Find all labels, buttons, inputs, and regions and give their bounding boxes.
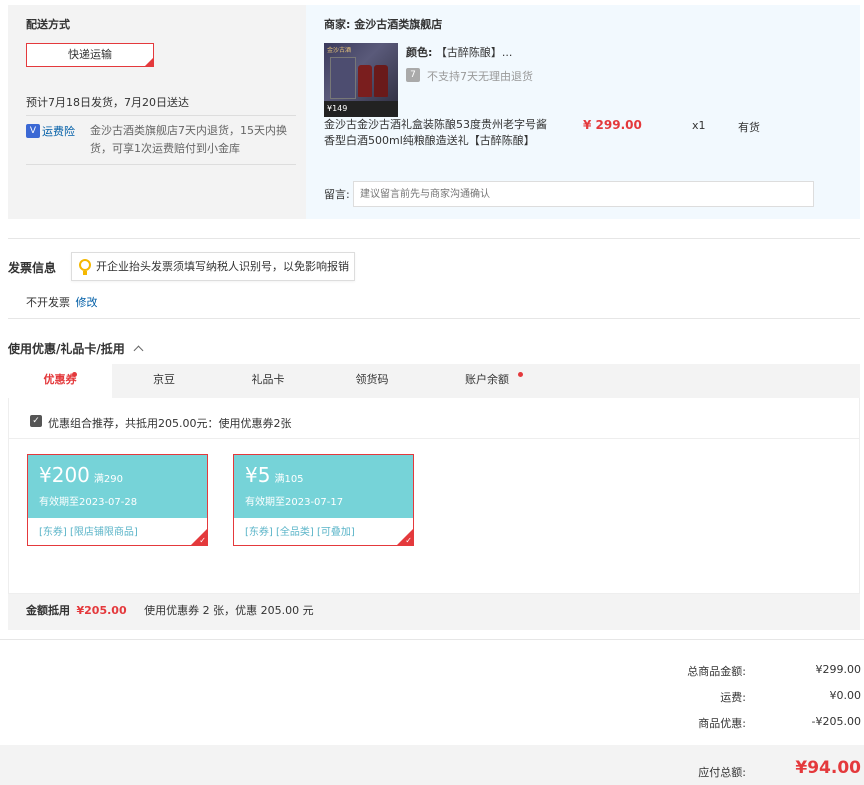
message-label: 留言: [324,188,350,201]
tab-pickup-code[interactable]: 领货码 [320,364,424,398]
discount-tabbar: 优惠券 京豆 礼品卡 领货码 账户余额 [8,364,860,398]
summary-amount: ¥205.00 [76,604,127,617]
invoice-title: 发票信息 [8,261,57,275]
message-input[interactable] [353,181,814,207]
product-color: 颜色: 【古醉陈酿】... [406,44,512,60]
tab-gift-card[interactable]: 礼品卡 [216,364,320,398]
coupon-amount: ¥200 满290 [39,463,123,487]
bottle-shape [374,65,388,97]
shipping-fee-label: 运费: [720,691,746,704]
discount-title: 使用优惠/礼品卡/抵用 [8,342,125,356]
recommend-text: 优惠组合推荐，共抵用205.00元：使用优惠券2张 [48,417,292,430]
no-return-text: 不支持7天无理由退货 [427,70,533,83]
coupon-tags: [东券] [全品类] [可叠加] [245,527,355,538]
coupon-header: ¥5 满105 有效期至2023-07-17 [234,455,413,518]
shipping-title: 配送方式 [26,18,70,31]
tab-account-balance[interactable]: 账户余额 [424,364,550,398]
lightbulb-icon [79,259,91,275]
tab-label: 京豆 [153,373,175,386]
chevron-up-icon[interactable] [133,345,144,356]
shipping-insurance-link[interactable]: 运费险 [42,123,75,139]
product-price-badge: ¥149 [324,101,398,117]
coupon-header: ¥200 满290 有效期至2023-07-28 [28,455,207,518]
coupon-amount: ¥5 满105 [245,463,304,487]
merchant-label: 商家: [324,18,351,31]
payable-total: ¥94.00 [795,758,861,778]
invoice-value: 不开发票 [26,296,70,309]
summary-label: 金额抵用 [26,604,70,617]
divider [8,318,860,319]
shipping-panel [8,5,306,219]
invoice-edit-link[interactable]: 修改 [76,296,98,309]
merchant-line: 商家: 金沙古酒类旗舰店 [324,16,442,32]
product-image[interactable]: 金沙古酒 ¥149 [324,43,398,117]
selected-corner-icon [144,57,154,67]
gift-box-shape [330,57,356,99]
tab-jingdou[interactable]: 京豆 [112,364,216,398]
tab-label: 账户余额 [465,373,509,386]
color-label: 颜色: [406,46,433,59]
tab-coupon[interactable]: 优惠券 [8,364,112,398]
goods-discount-value: -¥205.00 [811,715,861,728]
shipping-date: 预计7月18日发货，7月20日送达 [26,96,189,109]
payable-label: 应付总额: [698,766,746,779]
coupon-condition: 满105 [274,474,304,485]
coupon-expiry: 有效期至2023-07-28 [39,497,138,508]
divider [8,438,860,439]
goods-discount-label: 商品优惠: [698,717,746,730]
shipping-method-label: 快递运输 [68,48,112,61]
invoice-status: 不开发票 修改 [26,294,98,310]
discount-summary-bar: 金额抵用 ¥205.00 使用优惠券 2 张，优惠 205.00 元 [8,594,860,630]
divider [8,238,860,239]
invoice-tip-text: 开企业抬头发票须填写纳税人识别号，以免影响报销 [96,260,349,273]
shipping-fee-value: ¥0.00 [829,689,862,702]
insurance-description: 金沙古酒类旗舰店7天内退货，15天内换货，可享1次运费赔付到小金库 [90,124,287,155]
checkmark-icon: ✓ [199,536,206,545]
tab-label: 礼品卡 [251,373,285,386]
summary-description: 使用优惠券 2 张，优惠 205.00 元 [144,604,314,617]
checkmark-icon: ✓ [405,536,412,545]
coupon-expiry: 有效期至2023-07-17 [245,497,344,508]
recommend-checkbox[interactable]: ✓ [30,415,42,427]
divider [26,164,296,165]
express-shipping-button[interactable]: 快递运输 [26,43,154,67]
product-price: ¥ 299.00 [583,118,642,132]
tab-label: 领货码 [355,373,389,386]
no-return-icon: 7 [406,68,420,82]
product-name[interactable]: 金沙古金沙古酒礼盒装陈酿53度贵州老字号酱香型白酒500ml纯粮酿造送礼【古醉陈… [324,117,548,149]
merchant-name: 金沙古酒类旗舰店 [354,18,443,31]
stock-status: 有货 [738,121,760,134]
insurance-shield-icon: V [26,124,40,138]
coupon-card[interactable]: ¥200 满290 有效期至2023-07-28 [东券] [限店铺限商品] ✓ [27,454,208,546]
total-goods-label: 总商品金额: [687,665,746,678]
invoice-tip-box: 开企业抬头发票须填写纳税人识别号，以免影响报销 [71,252,355,281]
discount-section-title[interactable]: 使用优惠/礼品卡/抵用 [8,340,144,357]
total-goods-value: ¥299.00 [815,663,862,676]
divider [0,639,864,640]
coupon-tags: [东券] [限店铺限商品] [39,527,138,538]
coupon-card[interactable]: ¥5 满105 有效期至2023-07-17 [东券] [全品类] [可叠加] ✓ [233,454,414,546]
notification-dot [518,372,523,377]
divider [26,115,296,116]
product-logo: 金沙古酒 [327,47,352,54]
color-value: 【古醉陈酿】... [435,46,513,59]
notification-dot [72,372,77,377]
coupon-condition: 满290 [93,474,123,485]
bottle-shape [358,65,372,97]
product-quantity: x1 [692,119,706,132]
